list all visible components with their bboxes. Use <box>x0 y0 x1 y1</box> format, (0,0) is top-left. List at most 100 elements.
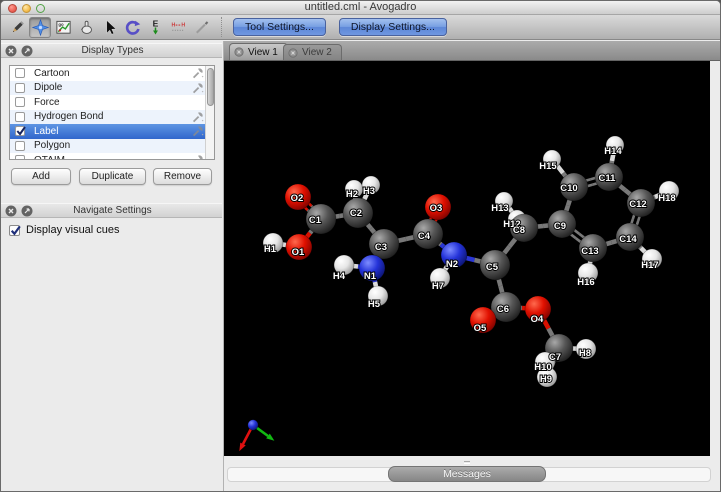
atom-label-H13: H13 <box>491 203 508 214</box>
add-display-type-button[interactable]: Add <box>11 168 71 185</box>
atom-label-H4: H4 <box>333 271 346 282</box>
tab-view-2[interactable]: View 2 <box>283 44 342 60</box>
graph-icon: go <box>55 19 72 36</box>
atom-label-N1: N1 <box>364 271 377 282</box>
draw-tool[interactable] <box>6 17 28 38</box>
window-title: untitled.cml - Avogadro <box>1 1 720 14</box>
wrench-settings-icon[interactable] <box>192 154 204 160</box>
float-panel-icon[interactable] <box>21 205 33 217</box>
display-type-row-label[interactable]: Label <box>10 124 214 139</box>
tab-close-icon[interactable] <box>234 47 244 57</box>
tool-settings-button[interactable]: Tool Settings... <box>233 18 326 36</box>
hand-icon <box>78 19 95 36</box>
display-type-checkbox[interactable] <box>15 83 25 93</box>
atom-label-H8: H8 <box>579 348 591 359</box>
tab-view-1[interactable]: View 1 <box>229 43 288 60</box>
remove-display-type-button[interactable]: Remove <box>153 168 212 185</box>
navigate-tool[interactable] <box>29 17 51 38</box>
tab-label: View 2 <box>302 47 332 58</box>
bond-centric-manipulate-tool[interactable]: go <box>52 17 74 38</box>
svg-text:go: go <box>58 21 64 26</box>
atom-label-H16: H16 <box>577 277 594 288</box>
cursor-arrow-icon <box>101 19 118 36</box>
svg-text:H: H <box>181 22 185 28</box>
close-panel-icon[interactable] <box>5 205 17 217</box>
display-type-row-force[interactable]: Force <box>10 95 214 110</box>
atom-label-H15: H15 <box>539 161 557 172</box>
atom-label-H7: H7 <box>432 281 444 292</box>
wrench-settings-icon[interactable] <box>192 111 204 123</box>
display-settings-button[interactable]: Display Settings... <box>339 18 447 36</box>
atom-label-C3: C3 <box>375 242 387 253</box>
svg-text:H: H <box>171 22 175 28</box>
window-controls <box>8 4 45 13</box>
manipulate-tool[interactable] <box>75 17 97 38</box>
measure-ruler-icon: HH <box>170 19 187 36</box>
energy-arrow-icon: E <box>147 19 164 36</box>
display-visual-cues-row: Display visual cues <box>9 224 120 236</box>
display-types-scrollbar[interactable] <box>205 66 214 159</box>
zoom-window-button[interactable] <box>36 4 45 13</box>
close-panel-icon[interactable] <box>5 45 17 57</box>
display-type-checkbox[interactable] <box>15 126 25 136</box>
display-type-row-dipole[interactable]: Dipole <box>10 81 214 96</box>
scrollbar-thumb[interactable] <box>207 68 214 106</box>
measure-tool[interactable]: HH <box>167 17 189 38</box>
display-visual-cues-label: Display visual cues <box>26 224 120 236</box>
title-bar[interactable]: untitled.cml - Avogadro <box>1 1 720 15</box>
tab-close-icon[interactable] <box>288 48 298 58</box>
atom-label-C11: C11 <box>599 173 617 184</box>
atom-label-O2: O2 <box>291 193 304 204</box>
display-type-checkbox[interactable] <box>15 155 25 160</box>
atom-label-C8: C8 <box>513 225 525 236</box>
atom-label-C9: C9 <box>554 221 566 232</box>
molecule-canvas[interactable]: H2H3C2O2C1H1O1O3C4C3H4N1H5N2H7H13H12C8H1… <box>224 61 710 456</box>
display-type-label: Cartoon <box>34 68 192 79</box>
wrench-settings-icon[interactable] <box>192 125 204 137</box>
display-type-row-qtaim[interactable]: QTAIM <box>10 153 214 160</box>
atom-label-H14: H14 <box>604 146 622 157</box>
wand-icon <box>193 19 210 36</box>
gl-viewport[interactable]: H2H3C2O2C1H1O1O3C4C3H4N1H5N2H7H13H12C8H1… <box>224 61 710 456</box>
navigate-settings-title: Navigate Settings <box>33 205 222 216</box>
display-type-checkbox[interactable] <box>15 97 25 107</box>
display-type-label: Label <box>34 126 192 137</box>
atom-label-H3: H3 <box>363 186 375 197</box>
view-tab-bar: View 1 View 2 <box>224 41 720 61</box>
navigate-star-icon <box>32 19 49 36</box>
atom-label-N2: N2 <box>446 259 458 270</box>
atom-label-H9: H9 <box>540 374 552 385</box>
display-type-row-cartoon[interactable]: Cartoon <box>10 66 214 81</box>
float-panel-icon[interactable] <box>21 45 33 57</box>
messages-button[interactable]: Messages <box>388 466 546 482</box>
display-type-checkbox[interactable] <box>15 141 25 151</box>
atom-label-H2: H2 <box>346 189 358 200</box>
display-type-row-polygon[interactable]: Polygon <box>10 139 214 154</box>
align-tool[interactable] <box>190 17 212 38</box>
wrench-settings-icon[interactable] <box>192 67 204 79</box>
selection-tool[interactable] <box>98 17 120 38</box>
atom-label-O5: O5 <box>474 323 487 334</box>
display-type-row-hydrogen-bond[interactable]: Hydrogen Bond <box>10 110 214 125</box>
display-type-checkbox[interactable] <box>15 68 25 78</box>
minimize-window-button[interactable] <box>22 4 31 13</box>
atom-label-H10: H10 <box>534 362 551 373</box>
splitter-grip[interactable] <box>464 461 470 464</box>
display-visual-cues-checkbox[interactable] <box>9 225 20 236</box>
toolbar: go E HH Tool Settings... Display Settings.… <box>1 15 720 40</box>
display-type-label: Polygon <box>34 140 204 151</box>
display-type-checkbox[interactable] <box>15 112 25 122</box>
auto-rotate-tool[interactable] <box>121 17 143 38</box>
duplicate-display-type-button[interactable]: Duplicate <box>79 168 146 185</box>
wrench-settings-icon[interactable] <box>192 82 204 94</box>
display-type-label: Force <box>34 97 204 108</box>
toolbar-separator <box>221 17 222 37</box>
atom-label-O3: O3 <box>430 203 443 214</box>
atom-label-H18: H18 <box>658 193 675 204</box>
axes-indicator <box>239 420 274 451</box>
atom-label-C5: C5 <box>486 262 499 273</box>
avogadro-window: untitled.cml - Avogadro go E HH Tool Setti… <box>0 0 721 492</box>
close-window-button[interactable] <box>8 4 17 13</box>
auto-optimize-tool[interactable]: E <box>144 17 166 38</box>
atom-label-O4: O4 <box>531 314 544 325</box>
